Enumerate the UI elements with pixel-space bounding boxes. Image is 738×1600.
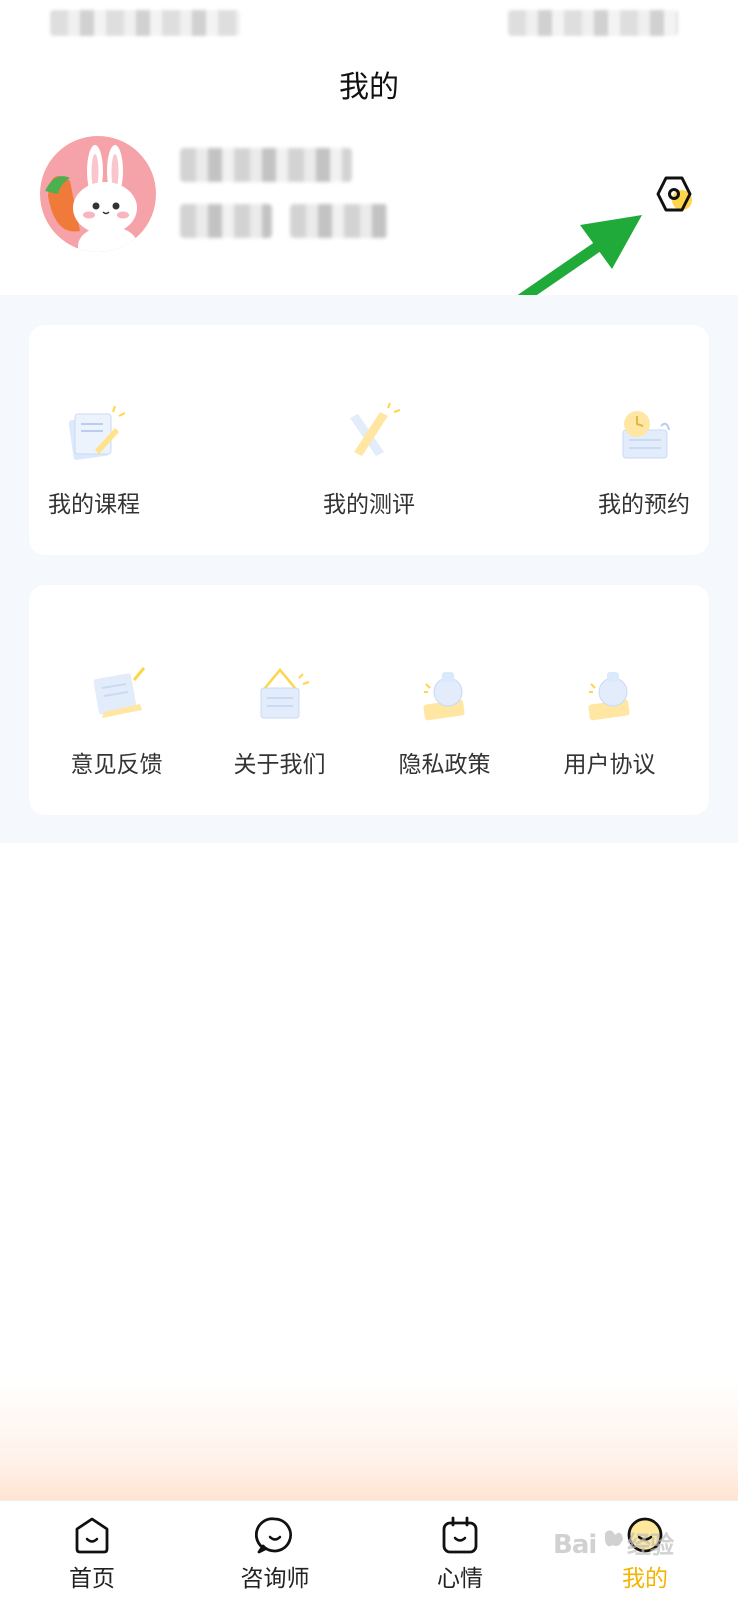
- primary-menu-card: 我的课程 我的测评 我的预约: [29, 325, 709, 555]
- bunny-avatar-icon: [45, 145, 138, 252]
- course-icon: [68, 405, 126, 460]
- menu-item-about-us[interactable]: 关于我们: [217, 585, 342, 815]
- page-title: 我的: [339, 70, 399, 105]
- menu-item-my-assessments[interactable]: 我的测评: [294, 325, 444, 555]
- tab-counselor[interactable]: 咨询师: [195, 1501, 355, 1600]
- user-info-blurred-1: [180, 204, 272, 238]
- agreement-icon: [587, 672, 630, 721]
- privacy-icon: [422, 672, 465, 721]
- tab-mood[interactable]: 心情: [380, 1501, 540, 1600]
- menu-label-my-courses: 我的课程: [48, 492, 140, 518]
- status-bar: [0, 0, 738, 48]
- menu-label-user-agreement: 用户协议: [563, 752, 656, 778]
- menu-label-feedback: 意见反馈: [70, 752, 163, 778]
- menu-item-my-courses[interactable]: 我的课程: [29, 325, 159, 555]
- user-info-blurred-2: [290, 204, 388, 238]
- menu-item-feedback[interactable]: 意见反馈: [54, 585, 179, 815]
- menu-label-my-assessments: 我的测评: [323, 492, 415, 518]
- status-right-blurred: [508, 10, 678, 36]
- status-left-blurred: [50, 10, 240, 36]
- settings-button[interactable]: [652, 172, 696, 216]
- profile-header: [0, 120, 738, 295]
- tab-label-home: 首页: [69, 1566, 115, 1592]
- counselor-icon: [255, 1517, 292, 1554]
- secondary-menu-card: 意见反馈 关于我们 隐私政策 用户协议: [29, 585, 709, 815]
- menu-item-privacy-policy[interactable]: 隐私政策: [382, 585, 507, 815]
- tab-label-mood: 心情: [437, 1566, 483, 1592]
- profile-icon: [627, 1517, 663, 1553]
- menu-label-about-us: 关于我们: [233, 752, 326, 778]
- menu-item-my-appointments[interactable]: 我的预约: [579, 325, 709, 555]
- assessment-icon: [350, 402, 401, 456]
- mood-icon: [442, 1516, 478, 1554]
- menu-item-user-agreement[interactable]: 用户协议: [547, 585, 672, 815]
- about-icon: [260, 668, 309, 719]
- tab-label-counselor: 咨询师: [240, 1566, 310, 1592]
- bottom-tab-bar: 首页 咨询师 心情 我的: [0, 1500, 738, 1600]
- appointment-icon: [622, 411, 670, 459]
- tab-profile[interactable]: 我的: [565, 1501, 725, 1600]
- menu-label-my-appointments: 我的预约: [598, 492, 690, 518]
- avatar[interactable]: [40, 136, 156, 252]
- username-blurred: [180, 148, 352, 182]
- menu-label-privacy-policy: 隐私政策: [398, 752, 491, 778]
- home-icon: [75, 1517, 109, 1554]
- decorative-wave: [0, 1380, 738, 1500]
- tab-home[interactable]: 首页: [12, 1501, 172, 1600]
- tab-label-profile: 我的: [622, 1566, 668, 1592]
- feedback-icon: [93, 667, 145, 718]
- settings-gear-icon: [656, 176, 692, 212]
